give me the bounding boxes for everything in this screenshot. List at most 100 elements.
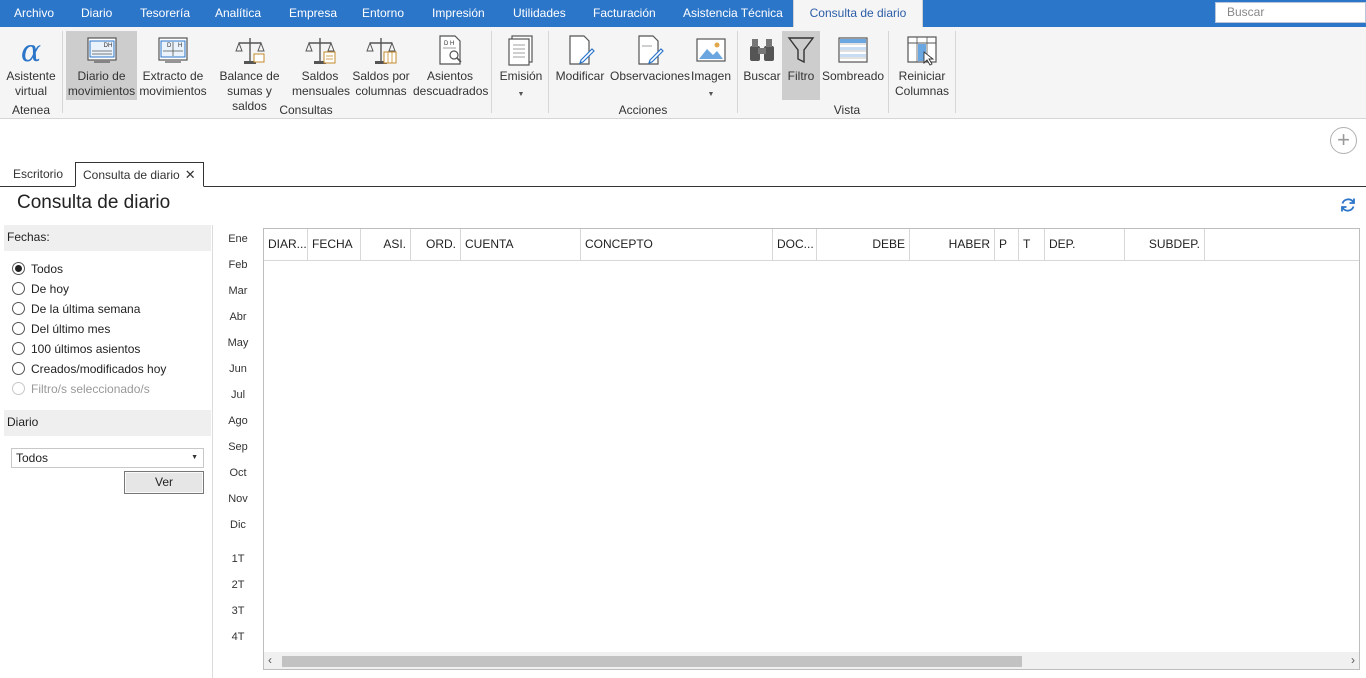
asistente-label-1: Asistente bbox=[6, 69, 56, 83]
asistente-virtual-button[interactable]: α Asistente virtual bbox=[2, 31, 60, 100]
month-jun[interactable]: Jun bbox=[221, 363, 255, 375]
saldos-por-columnas-button[interactable]: Saldos por columnas bbox=[351, 31, 411, 100]
column-header-asiento[interactable]: ASI. bbox=[361, 229, 411, 260]
filtro-button[interactable]: Filtro bbox=[782, 31, 820, 100]
svg-text:D: D bbox=[167, 43, 172, 49]
printed-document-icon bbox=[508, 35, 533, 66]
balance-label-1: Balance de bbox=[219, 69, 280, 83]
menu-entorno[interactable]: Entorno bbox=[362, 0, 404, 27]
month-feb[interactable]: Feb bbox=[221, 259, 255, 271]
scale-icon bbox=[305, 38, 336, 64]
column-header-debe[interactable]: DEBE bbox=[817, 229, 910, 260]
reiniciar-columnas-button[interactable]: Reiniciar Columnas bbox=[893, 31, 951, 100]
radio-ultima-semana[interactable]: De la última semana bbox=[12, 302, 140, 318]
group-separator bbox=[737, 31, 738, 113]
radio-ultimo-mes[interactable]: Del último mes bbox=[12, 322, 110, 338]
menu-empresa[interactable]: Empresa bbox=[289, 0, 337, 27]
column-header-cuenta[interactable]: CUENTA bbox=[461, 229, 581, 260]
radio-todos[interactable]: Todos bbox=[12, 262, 63, 278]
menu-consulta-de-diario[interactable]: Consulta de diario bbox=[793, 0, 923, 27]
diario-movimientos-button[interactable]: DH Diario de movimientos bbox=[66, 31, 137, 100]
menu-impresion[interactable]: Impresión bbox=[432, 0, 485, 27]
quarter-1t[interactable]: 1T bbox=[221, 553, 255, 565]
group-separator bbox=[491, 31, 492, 113]
month-may[interactable]: May bbox=[221, 337, 255, 349]
column-header-documento[interactable]: DOC... bbox=[773, 229, 817, 260]
scrollbar-thumb[interactable] bbox=[282, 656, 1022, 667]
horizontal-scrollbar[interactable]: ‹ › bbox=[264, 652, 1359, 669]
month-jul[interactable]: Jul bbox=[221, 389, 255, 401]
saldos-mensuales-label-1: Saldos bbox=[301, 69, 339, 83]
observaciones-button[interactable]: Observaciones bbox=[610, 31, 690, 100]
balance-sumas-saldos-button[interactable]: Balance de sumas y saldos bbox=[210, 31, 289, 113]
tab-consulta-de-diario[interactable]: Consulta de diario ✕ bbox=[75, 162, 204, 187]
buscar-label: Buscar bbox=[743, 69, 781, 83]
radio-label: Del último mes bbox=[31, 322, 111, 336]
svg-text:α: α bbox=[21, 34, 41, 66]
extracto-movimientos-button[interactable]: D H Extracto de movimientos bbox=[139, 31, 207, 100]
emision-button[interactable]: Emisión ▼ bbox=[496, 31, 546, 100]
saldos-columnas-label-2: columnas bbox=[355, 84, 407, 98]
month-oct[interactable]: Oct bbox=[221, 467, 255, 479]
sombreado-button[interactable]: Sombreado bbox=[822, 31, 884, 100]
shaded-rows-icon bbox=[838, 37, 868, 63]
radio-label: Filtro/s seleccionado/s bbox=[31, 382, 150, 396]
month-ene[interactable]: Ene bbox=[221, 233, 255, 245]
buscar-button[interactable]: Buscar bbox=[742, 31, 782, 100]
quarter-2t[interactable]: 2T bbox=[221, 579, 255, 591]
page-title: Consulta de diario bbox=[17, 192, 171, 213]
reiniciar-label-1: Reiniciar bbox=[898, 69, 946, 83]
month-abr[interactable]: Abr bbox=[221, 311, 255, 323]
modificar-label: Modificar bbox=[555, 69, 605, 83]
diario-movimientos-label-1: Diario de bbox=[77, 69, 126, 83]
quarter-3t[interactable]: 3T bbox=[221, 605, 255, 617]
menu-asistencia-tecnica[interactable]: Asistencia Técnica bbox=[683, 0, 783, 27]
radio-de-hoy[interactable]: De hoy bbox=[12, 282, 69, 298]
image-icon bbox=[696, 38, 726, 62]
tab-escritorio[interactable]: Escritorio bbox=[13, 162, 63, 187]
column-header-orden[interactable]: ORD. bbox=[411, 229, 461, 260]
column-header-p[interactable]: P bbox=[995, 229, 1019, 260]
group-vista-label: Vista bbox=[833, 103, 861, 117]
menu-utilidades[interactable]: Utilidades bbox=[513, 0, 566, 27]
month-nov[interactable]: Nov bbox=[221, 493, 255, 505]
add-tab-icon[interactable]: + bbox=[1330, 127, 1357, 154]
column-header-t[interactable]: T bbox=[1019, 229, 1045, 260]
column-header-diario[interactable]: DIAR... bbox=[264, 229, 308, 260]
column-header-fecha[interactable]: FECHA bbox=[308, 229, 361, 260]
asientos-descuadrados-button[interactable]: D H Asientos descuadrados bbox=[413, 31, 489, 100]
modificar-button[interactable]: Modificar bbox=[554, 31, 606, 100]
month-dic[interactable]: Dic bbox=[221, 519, 255, 531]
column-header-subdepartamento[interactable]: SUBDEP. bbox=[1125, 229, 1205, 260]
menu-diario[interactable]: Diario bbox=[81, 0, 112, 27]
scroll-right-icon[interactable]: › bbox=[1351, 654, 1355, 667]
sombreado-label: Sombreado bbox=[822, 69, 885, 83]
menu-analitica[interactable]: Analítica bbox=[215, 0, 261, 27]
close-icon[interactable]: ✕ bbox=[185, 163, 196, 187]
ver-button[interactable]: Ver bbox=[124, 471, 204, 494]
asientos-label-2: descuadrados bbox=[413, 84, 489, 98]
grid-header: DIAR... FECHA ASI. ORD. CUENTA CONCEPTO … bbox=[264, 229, 1359, 261]
column-header-concepto[interactable]: CONCEPTO bbox=[581, 229, 773, 260]
scroll-left-icon[interactable]: ‹ bbox=[268, 654, 272, 667]
edit-document-icon bbox=[569, 35, 595, 65]
radio-icon bbox=[12, 382, 25, 395]
imagen-button[interactable]: Imagen ▼ bbox=[690, 31, 732, 100]
tab-bar: Escritorio Consulta de diario ✕ bbox=[0, 162, 1366, 187]
month-mar[interactable]: Mar bbox=[221, 285, 255, 297]
saldos-mensuales-button[interactable]: Saldos mensuales bbox=[292, 31, 350, 100]
refresh-icon[interactable] bbox=[1339, 196, 1357, 214]
column-header-departamento[interactable]: DEP. bbox=[1045, 229, 1125, 260]
month-ago[interactable]: Ago bbox=[221, 415, 255, 427]
diario-select[interactable]: Todos ▼ bbox=[11, 448, 204, 468]
menu-archivo[interactable]: Archivo bbox=[14, 0, 54, 27]
radio-creados-modificados[interactable]: Creados/modificados hoy bbox=[12, 362, 166, 378]
search-input[interactable]: Buscar bbox=[1215, 2, 1366, 23]
journal-grid[interactable]: DIAR... FECHA ASI. ORD. CUENTA CONCEPTO … bbox=[263, 228, 1360, 670]
radio-100-ultimos[interactable]: 100 últimos asientos bbox=[12, 342, 140, 358]
quarter-4t[interactable]: 4T bbox=[221, 631, 255, 643]
menu-tesoreria[interactable]: Tesorería bbox=[140, 0, 190, 27]
menu-facturacion[interactable]: Facturación bbox=[593, 0, 656, 27]
column-header-haber[interactable]: HABER bbox=[910, 229, 995, 260]
month-sep[interactable]: Sep bbox=[221, 441, 255, 453]
